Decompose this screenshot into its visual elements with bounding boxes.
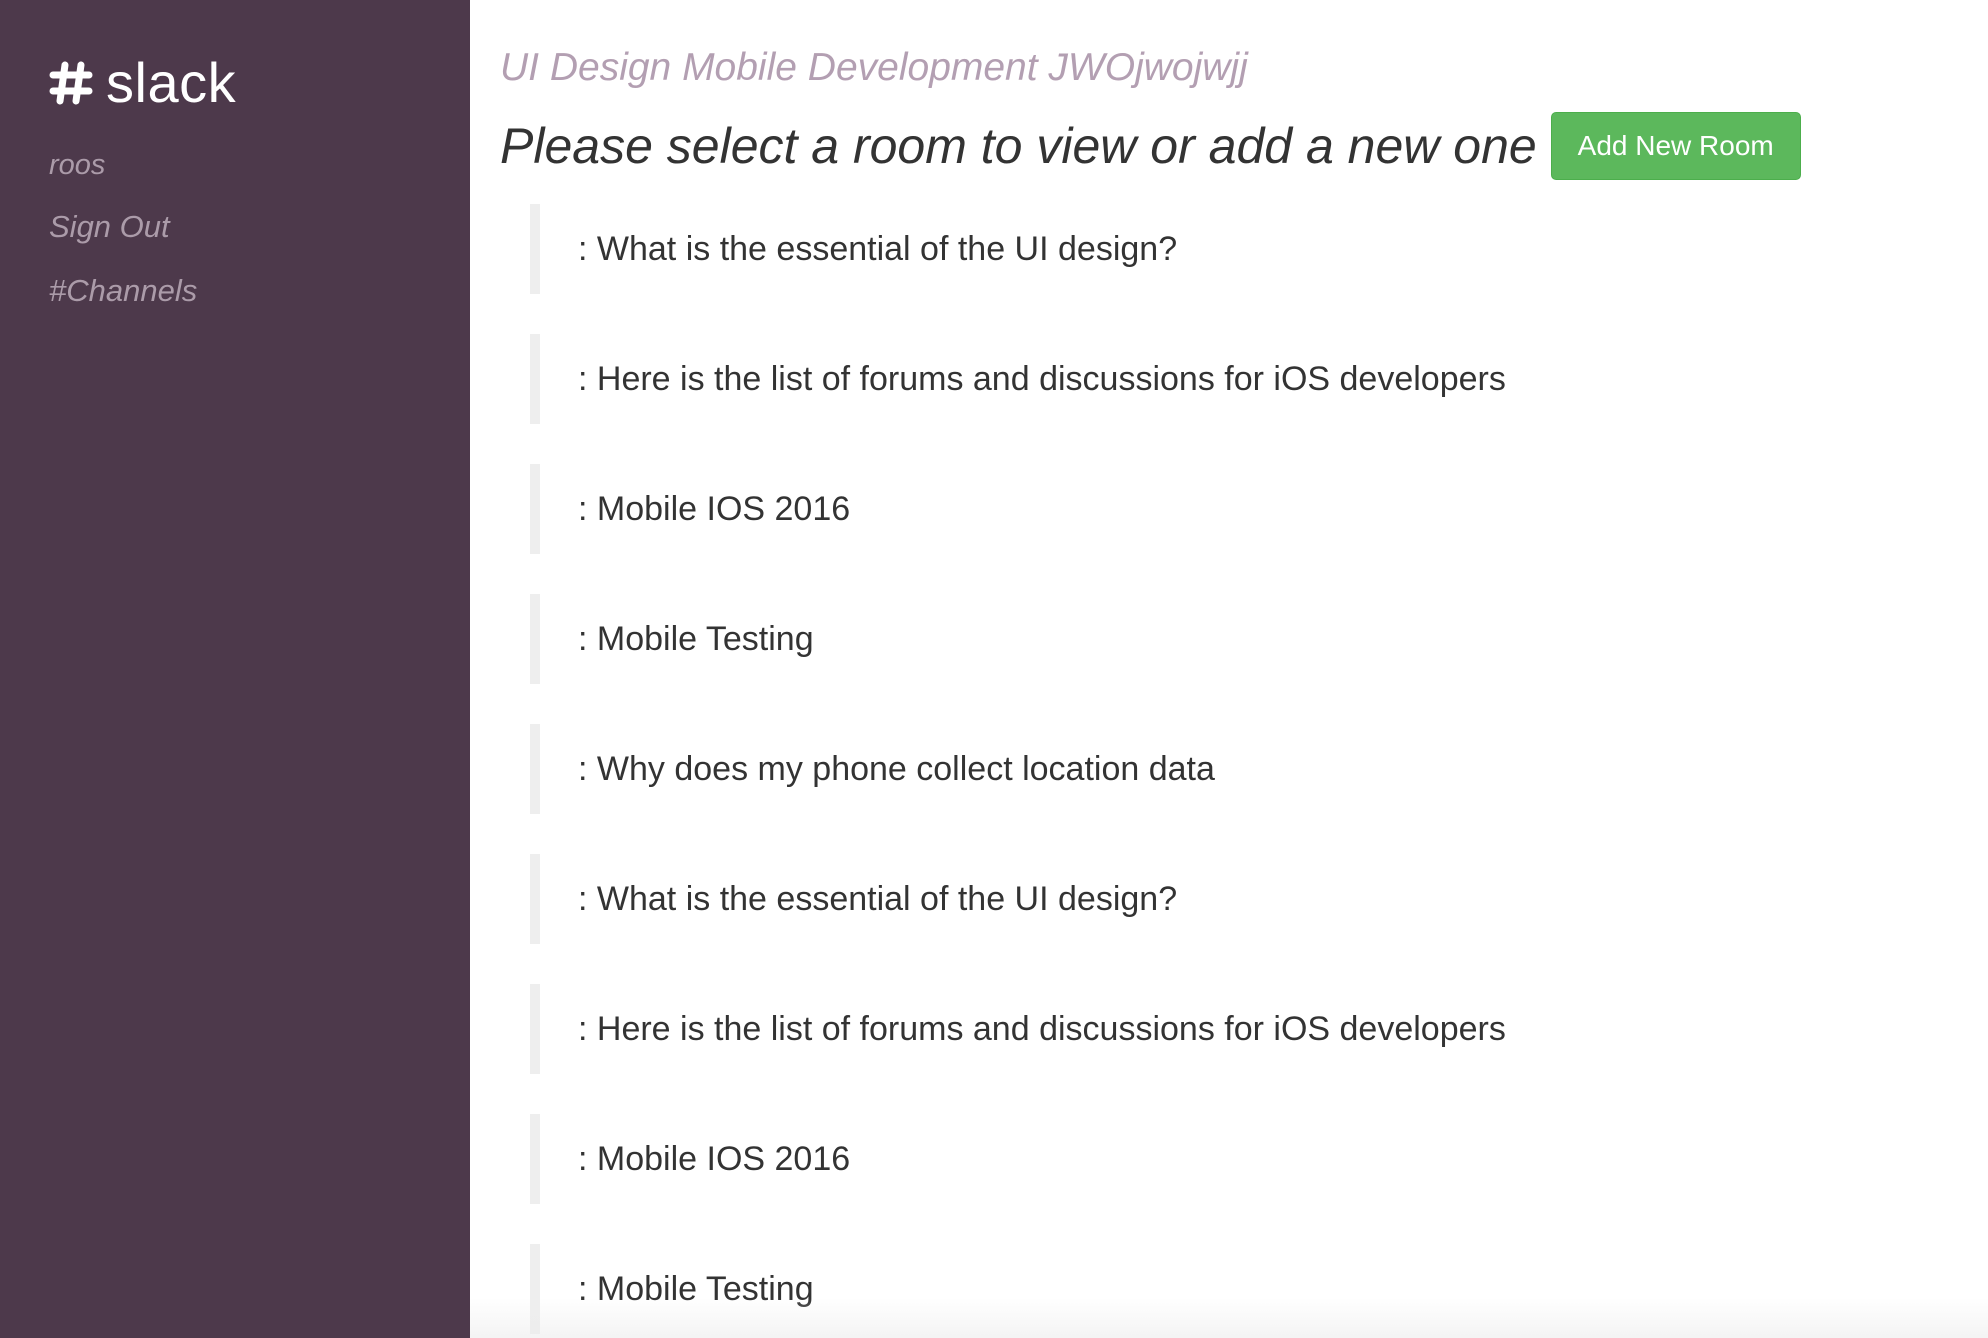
room-item[interactable]: : Here is the list of forums and discuss… — [530, 334, 1730, 424]
room-name: : Here is the list of forums and discuss… — [578, 360, 1506, 398]
page-subtitle: UI Design Mobile Development JWOjwojwjj — [500, 46, 1248, 89]
room-name: : Why does my phone collect location dat… — [578, 750, 1215, 788]
room-item[interactable]: : What is the essential of the UI design… — [530, 854, 1730, 944]
room-item[interactable]: : Why does my phone collect location dat… — [530, 724, 1730, 814]
room-name: : Here is the list of forums and discuss… — [578, 1010, 1506, 1048]
username: roos — [49, 149, 106, 181]
app-window: slack roos Sign Out #Channels UI Design … — [0, 0, 1988, 1338]
room-item[interactable]: : Here is the list of forums and discuss… — [530, 984, 1730, 1074]
room-name: : Mobile IOS 2016 — [578, 1140, 851, 1178]
page-title: Please select a room to view or add a ne… — [500, 118, 1537, 174]
slack-hash-icon — [49, 61, 93, 105]
room-item[interactable]: : Mobile IOS 2016 — [530, 464, 1730, 554]
main-content: UI Design Mobile Development JWOjwojwjj … — [470, 0, 1988, 1338]
room-name: : What is the essential of the UI design… — [578, 230, 1178, 268]
room-name: : What is the essential of the UI design… — [578, 880, 1178, 918]
sign-out-link[interactable]: Sign Out — [49, 207, 170, 247]
heading-row: Please select a room to view or add a ne… — [500, 112, 1801, 180]
room-item[interactable]: : What is the essential of the UI design… — [530, 204, 1730, 294]
room-list: : What is the essential of the UI design… — [530, 204, 1730, 1338]
room-name: : Mobile Testing — [578, 620, 814, 658]
brand-name: slack — [106, 51, 237, 114]
sidebar: slack roos Sign Out #Channels — [0, 0, 470, 1338]
channels-link[interactable]: #Channels — [49, 271, 197, 311]
room-item[interactable]: : Mobile Testing — [530, 594, 1730, 684]
add-new-room-button[interactable]: Add New Room — [1550, 112, 1801, 180]
room-name: : Mobile IOS 2016 — [578, 490, 851, 528]
scroll-fade — [470, 1298, 1988, 1338]
brand[interactable]: slack — [48, 50, 236, 116]
room-item[interactable]: : Mobile IOS 2016 — [530, 1114, 1730, 1204]
